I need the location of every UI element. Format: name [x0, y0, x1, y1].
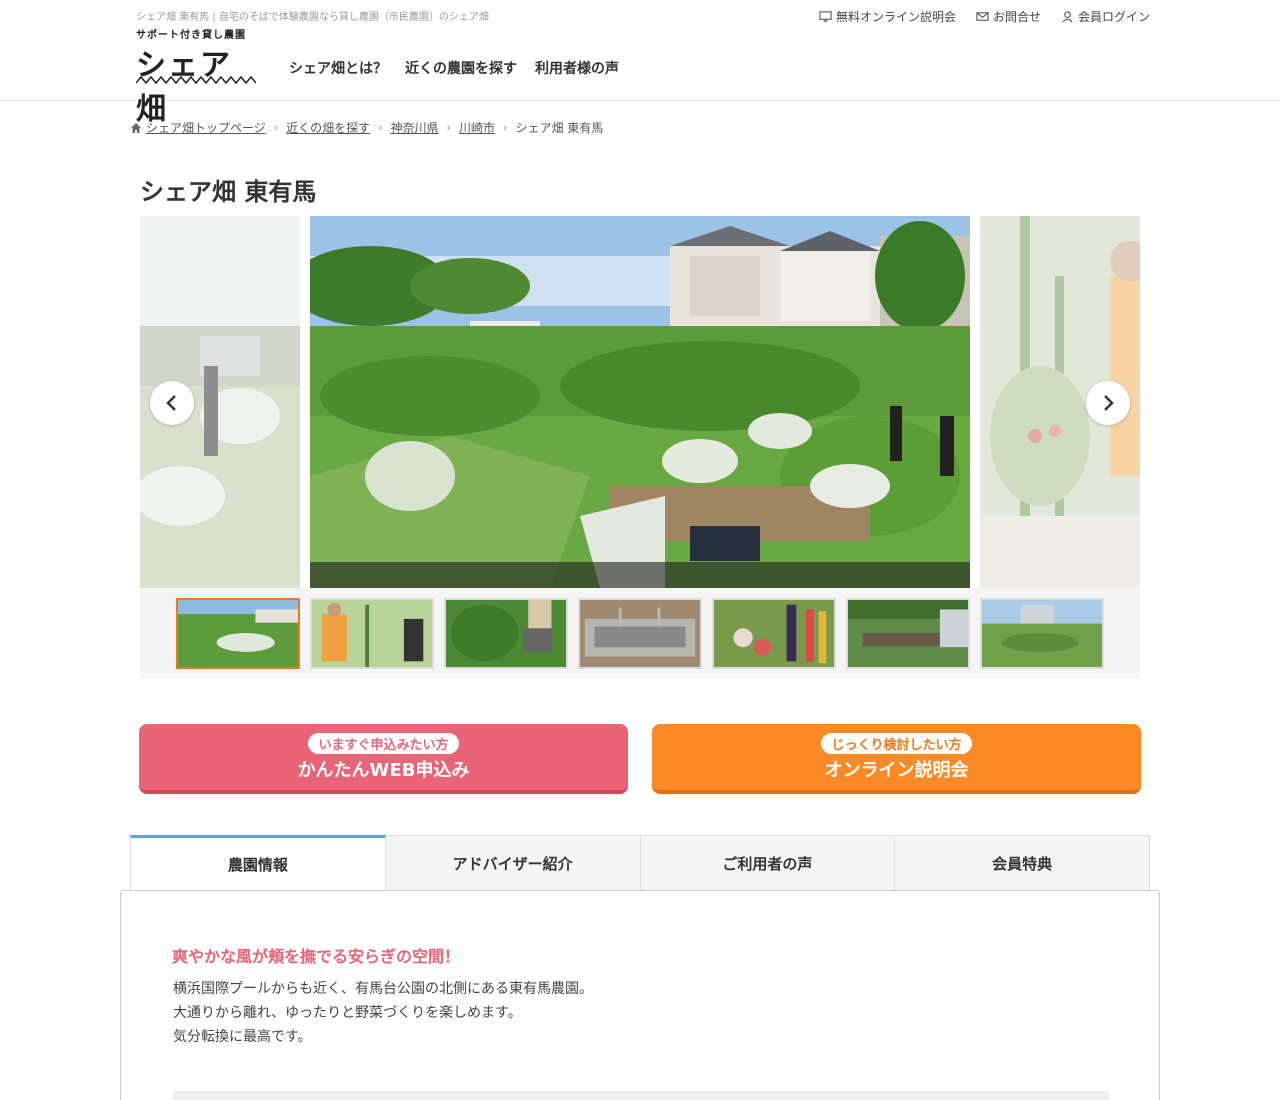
washing-sink-image — [580, 600, 700, 667]
chevron-right-icon: › — [446, 121, 452, 134]
breadcrumb-current: シェア畑 東有馬 — [515, 121, 604, 135]
farm-description-line: 気分転換に最高です。 — [173, 1029, 312, 1045]
mail-icon — [976, 12, 989, 21]
slider-next-button[interactable] — [1086, 381, 1130, 425]
logo-title: シェア畑 — [136, 48, 232, 127]
thumbnail-7[interactable] — [980, 598, 1104, 669]
tab-user-voices[interactable]: ご利用者の声 — [640, 835, 896, 891]
contact-link[interactable]: お問合せ — [976, 8, 1041, 25]
chevron-right-icon: › — [503, 121, 508, 134]
site-header: シェア畑 東有馬 | 自宅のそばで体験農園なら貸し農園（市民農園）のシェア畑 サ… — [0, 0, 1280, 127]
utility-nav: 無料オンライン説明会 お問合せ 会員ログイン — [819, 8, 1150, 25]
farm-photo-image — [310, 216, 970, 588]
thumbnail-5[interactable] — [712, 598, 836, 669]
rest-area-image — [848, 600, 968, 667]
farm-catchphrase: 爽やかな風が頬を撫でる安らぎの空間！ — [172, 947, 461, 966]
online-briefing-button-label: オンライン説明会 — [824, 759, 969, 781]
breadcrumb-find[interactable]: 近くの畑を探す — [286, 119, 370, 136]
people-gardening-image — [312, 600, 432, 667]
farm-description: 横浜国際プールからも近く、有馬台公園の北側にある東有馬農園。 大通りから離れ、ゆ… — [173, 977, 593, 1049]
monitor-icon — [819, 11, 832, 22]
web-apply-pill: いますぐ申込みたい方 — [308, 732, 459, 754]
photo-slider — [140, 216, 1140, 588]
online-briefing-pill: じっくり検討したい方 — [821, 732, 972, 754]
breadcrumb-prefecture[interactable]: 神奈川県 — [391, 119, 439, 136]
nav-about[interactable]: シェア畑とは？ — [289, 58, 387, 78]
vegetables-image — [714, 600, 834, 667]
logo-wave-icon — [136, 76, 256, 84]
chevron-right-icon — [1104, 395, 1114, 411]
thumbnail-3[interactable] — [444, 598, 568, 669]
farm-details-box — [173, 1091, 1109, 1100]
tab-member-benefits[interactable]: 会員特典 — [895, 835, 1150, 891]
slider-prev-button[interactable] — [150, 381, 194, 425]
nav-find-farm[interactable]: 近くの農園を探す — [405, 58, 517, 78]
thumbnail-2[interactable] — [310, 598, 434, 669]
web-apply-label: かんたんWEB申込み — [297, 759, 470, 781]
farm-overview-image — [178, 600, 298, 667]
thumbnail-6[interactable] — [846, 598, 970, 669]
farm-description-line: 大通りから離れ、ゆったりと野菜づくりを楽しめます。 — [173, 1005, 522, 1021]
global-nav: シェア畑とは？ 近くの農園を探す 利用者様の声 — [289, 58, 619, 78]
online-briefing-button[interactable]: じっくり検討したい方 オンライン説明会 — [652, 724, 1141, 794]
info-tabs: 農園情報 アドバイザー紹介 ご利用者の声 会員特典 — [130, 835, 1150, 891]
tab-farm-info[interactable]: 農園情報 — [130, 835, 386, 891]
slide-caption-bar — [310, 562, 970, 588]
contact-label: お問合せ — [992, 10, 1041, 24]
site-tagline: シェア畑 東有馬 | 自宅のそばで体験農園なら貸し農園（市民農園）のシェア畑 — [136, 12, 489, 23]
chevron-left-icon — [166, 395, 176, 411]
breadcrumb-top[interactable]: シェア畑トップページ — [146, 119, 266, 136]
home-icon — [131, 122, 141, 133]
breadcrumb: シェア畑トップページ › 近くの畑を探す › 神奈川県 › 川崎市 › シェア畑… — [130, 119, 603, 136]
tab-panel-farm-info: 爽やかな風が頬を撫でる安らぎの空間！ 横浜国際プールからも近く、有馬台公園の北側… — [120, 890, 1160, 1100]
thumbnail-1[interactable] — [176, 598, 300, 669]
chevron-right-icon: › — [273, 121, 279, 134]
slide-current[interactable] — [310, 216, 970, 588]
web-apply-button[interactable]: いますぐ申込みたい方 かんたんWEB申込み — [139, 724, 628, 794]
harvest-image — [446, 600, 566, 667]
online-briefing-label: 無料オンライン説明会 — [835, 10, 956, 24]
chevron-right-icon: › — [378, 121, 383, 134]
user-icon — [1062, 11, 1073, 23]
thumbnail-4[interactable] — [578, 598, 702, 669]
breadcrumb-city[interactable]: 川崎市 — [459, 119, 495, 136]
logo-subtitle: サポート付き貸し農園 — [136, 30, 246, 41]
farm-description-line: 横浜国際プールからも近く、有馬台公園の北側にある東有馬農園。 — [173, 981, 593, 997]
farm-field-image — [982, 600, 1102, 667]
thumbnail-strip — [140, 588, 1140, 678]
page-title: シェア畑 東有馬 — [140, 178, 317, 206]
member-login-label: 会員ログイン — [1077, 10, 1150, 24]
site-logo[interactable]: サポート付き貸し農園 シェア畑 — [136, 26, 256, 127]
tab-advisor[interactable]: アドバイザー紹介 — [385, 835, 641, 891]
nav-voices[interactable]: 利用者様の声 — [535, 58, 619, 78]
member-login-link[interactable]: 会員ログイン — [1061, 8, 1150, 25]
online-briefing-link[interactable]: 無料オンライン説明会 — [819, 8, 956, 25]
